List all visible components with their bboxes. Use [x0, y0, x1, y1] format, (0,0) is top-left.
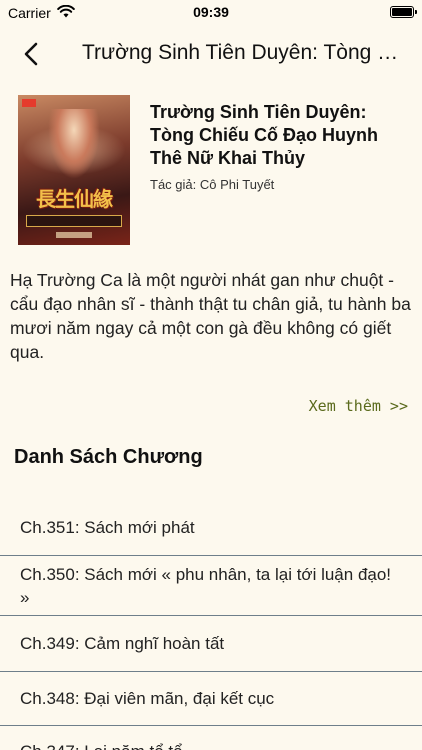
battery-icon: [390, 6, 417, 18]
chapter-label: Ch.350: Sách mới « phu nhân, ta lại tới …: [20, 564, 392, 607]
chapter-label: Ch.347: Lại năm tổ tổ: [20, 740, 183, 750]
cover-art-figure: [48, 109, 100, 179]
book-author: Tác giả: Cô Phi Tuyết: [150, 177, 275, 192]
chapter-label: Ch.348: Đại viên mãn, đại kết cục: [20, 689, 275, 708]
navigation-bar: Trường Sinh Tiên Duyên: Tòng Chiếu Cố Đạ…: [0, 32, 422, 76]
chapter-item[interactable]: Ch.351: Sách mới phát: [0, 500, 422, 556]
cover-author-mark: [56, 232, 92, 238]
chapter-item[interactable]: Ch.348: Đại viên mãn, đại kết cục: [0, 672, 422, 726]
status-right: [390, 6, 417, 18]
status-time: 09:39: [193, 4, 229, 20]
cover-subtitle-banner: [26, 215, 122, 227]
book-description: Hạ Trường Ca là một người nhát gan như c…: [10, 270, 411, 362]
chapter-item[interactable]: Ch.350: Sách mới « phu nhân, ta lại tới …: [0, 556, 422, 616]
see-more-link[interactable]: Xem thêm >>: [309, 397, 408, 415]
status-bar: Carrier 09:39: [0, 0, 422, 26]
nav-title: Trường Sinh Tiên Duyên: Tòng Chiếu Cố Đạ…: [82, 41, 412, 64]
book-header: 長生仙緣 Trường Sinh Tiên Duyên: Tòng Chiếu …: [18, 95, 408, 245]
cover-title: 長生仙緣: [36, 187, 113, 211]
chapter-item[interactable]: Ch.347: Lại năm tổ tổ: [0, 726, 422, 750]
publisher-badge: [22, 99, 36, 107]
chapter-item[interactable]: Ch.349: Cảm nghĩ hoàn tất: [0, 616, 422, 672]
book-title: Trường Sinh Tiên Duyên: Tòng Chiếu Cố Đạ…: [150, 102, 378, 168]
chapter-label: Ch.349: Cảm nghĩ hoàn tất: [20, 634, 225, 653]
chevron-left-icon: [24, 42, 38, 66]
chapter-list-heading: Danh Sách Chương: [14, 446, 203, 468]
back-button[interactable]: [18, 40, 46, 68]
book-cover[interactable]: 長生仙緣: [18, 95, 130, 245]
chapter-label: Ch.351: Sách mới phát: [20, 518, 195, 537]
